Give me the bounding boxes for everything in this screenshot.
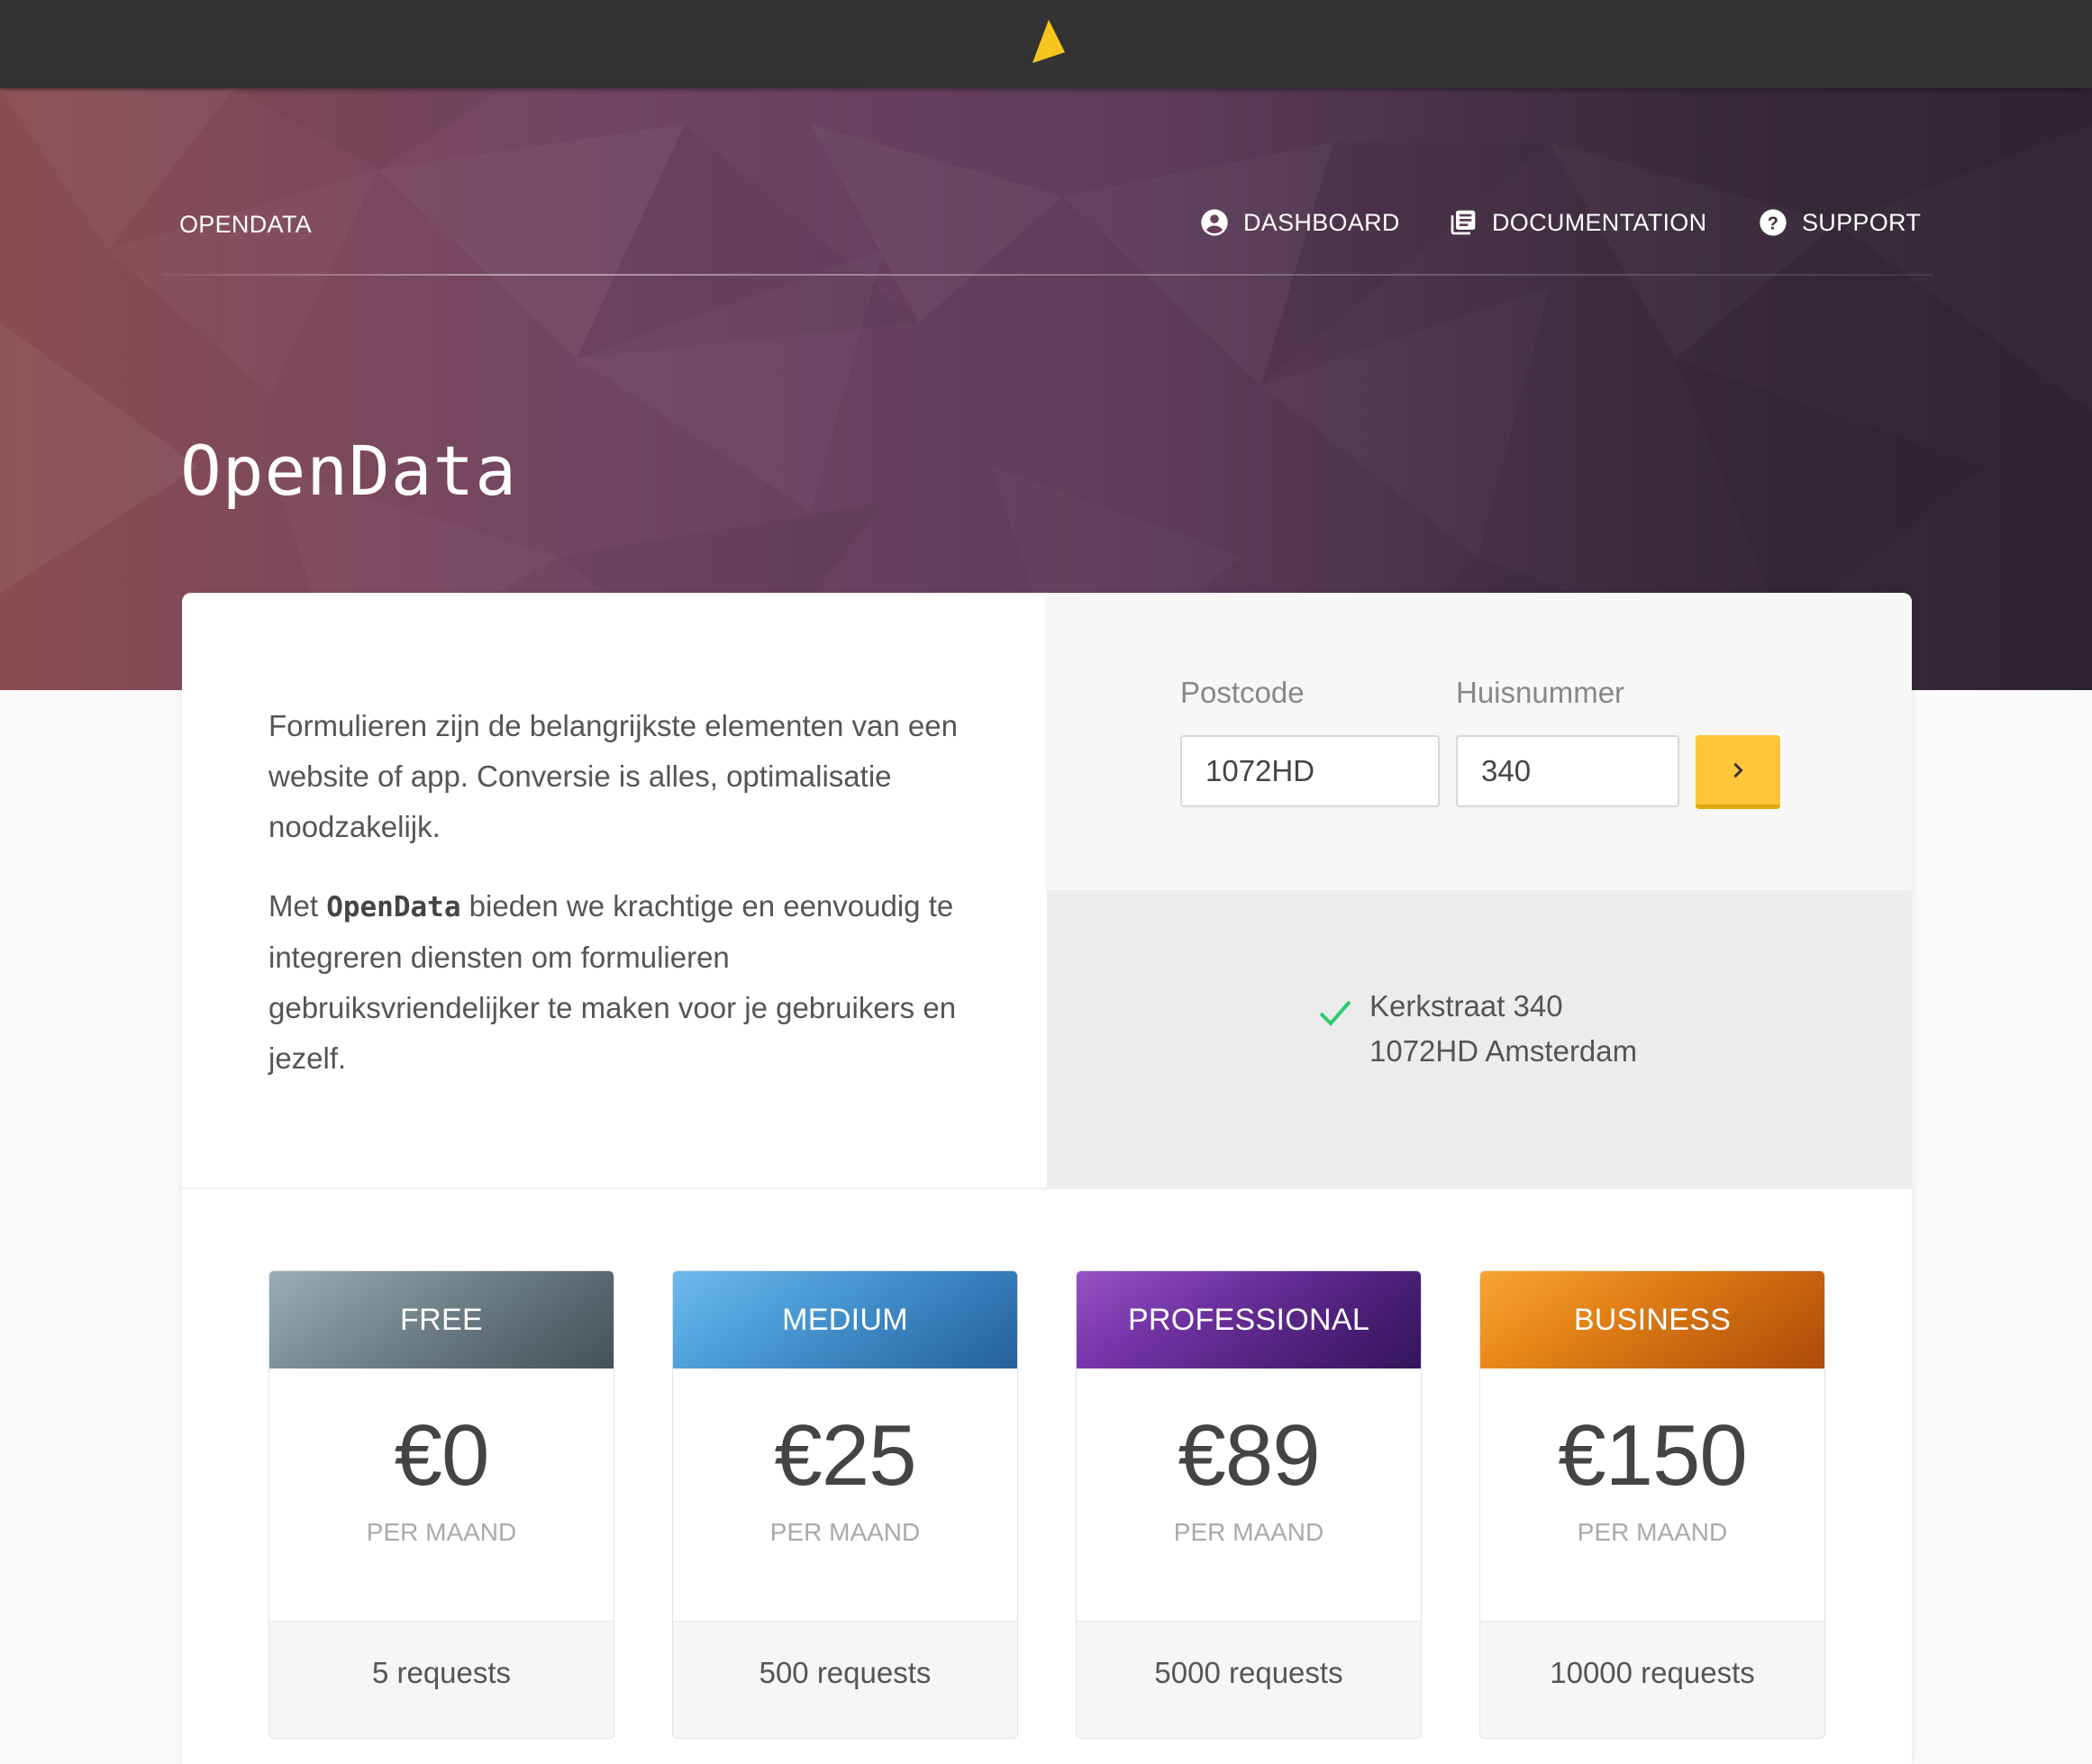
intro-paragraph-1: Formulieren zijn de belangrijkste elemen… <box>268 709 958 843</box>
plan-card-medium[interactable]: MEDIUM €25 PER MAAND 500 requests <box>672 1270 1018 1739</box>
intro-text: Formulieren zijn de belangrijkste elemen… <box>268 701 980 1113</box>
plan-requests: 500 requests <box>673 1621 1017 1738</box>
intro-p2-before: Met <box>268 889 327 923</box>
huisnummer-input[interactable] <box>1456 735 1679 807</box>
plan-header: MEDIUM <box>673 1271 1017 1368</box>
postcode-label: Postcode <box>1180 676 1305 709</box>
plan-price: €25 <box>774 1407 916 1504</box>
plan-name: FREE <box>400 1302 483 1337</box>
plan-requests: 5000 requests <box>1077 1621 1421 1738</box>
intro-paragraph-2: Met OpenData bieden we krachtige en eenv… <box>268 881 980 1084</box>
account-circle-icon <box>1201 209 1228 236</box>
plan-header: PROFESSIONAL <box>1077 1271 1421 1368</box>
nav-divider <box>162 274 1933 276</box>
nav-documentation[interactable]: DOCUMENTATION <box>1449 205 1706 241</box>
top-bar <box>0 0 2092 88</box>
intro-brand-mention: OpenData <box>326 891 461 923</box>
chevron-right-icon <box>1733 762 1743 777</box>
nav-support-label: SUPPORT <box>1802 208 1922 236</box>
lookup-submit-button[interactable] <box>1696 735 1780 809</box>
nav-brand[interactable]: OPENDATA <box>179 211 312 239</box>
library-books-icon <box>1451 210 1476 235</box>
page-title: OpenData <box>180 431 518 511</box>
plan-price: €0 <box>394 1407 490 1504</box>
result-city: 1072HD Amsterdam <box>1369 1034 1638 1068</box>
nav-support[interactable]: ? SUPPORT <box>1759 205 1921 241</box>
svg-text:?: ? <box>1768 214 1779 233</box>
plan-header: BUSINESS <box>1480 1271 1824 1368</box>
plan-period: PER MAAND <box>1577 1518 1728 1546</box>
plan-price: €150 <box>1558 1407 1748 1504</box>
main-card: Formulieren zijn de belangrijkste elemen… <box>182 593 1912 1764</box>
result-street: Kerkstraat 340 <box>1369 989 1563 1023</box>
plan-requests: 10000 requests <box>1480 1621 1824 1738</box>
plan-card-free[interactable]: FREE €0 PER MAAND 5 requests <box>268 1270 614 1739</box>
postcode-input[interactable] <box>1180 735 1440 807</box>
plan-header: FREE <box>269 1271 614 1368</box>
plan-period: PER MAAND <box>769 1518 921 1546</box>
nav-dashboard-label: DASHBOARD <box>1243 208 1400 236</box>
huisnummer-label: Huisnummer <box>1456 676 1625 709</box>
plan-name: BUSINESS <box>1573 1302 1732 1337</box>
logo-icon[interactable] <box>1027 18 1065 67</box>
plan-requests: 5 requests <box>269 1621 614 1738</box>
plan-period: PER MAAND <box>366 1518 517 1546</box>
plan-name: PROFESSIONAL <box>1127 1302 1370 1337</box>
plan-period: PER MAAND <box>1173 1518 1324 1546</box>
nav-dashboard[interactable]: DASHBOARD <box>1200 205 1400 241</box>
help-circle-icon: ? <box>1760 209 1787 236</box>
plan-price: €89 <box>1178 1407 1320 1504</box>
nav-documentation-label: DOCUMENTATION <box>1492 208 1707 236</box>
plan-card-business[interactable]: BUSINESS €150 PER MAAND 10000 requests <box>1479 1270 1825 1739</box>
plan-name: MEDIUM <box>782 1302 908 1337</box>
address-result: Kerkstraat 340 1072HD Amsterdam <box>1047 890 1912 1187</box>
plan-card-professional[interactable]: PROFESSIONAL €89 PER MAAND 5000 requests <box>1076 1270 1422 1739</box>
section-divider <box>182 1187 1912 1189</box>
check-icon <box>1319 1000 1351 1026</box>
address-lookup-form: Postcode Huisnummer <box>1047 593 1912 890</box>
